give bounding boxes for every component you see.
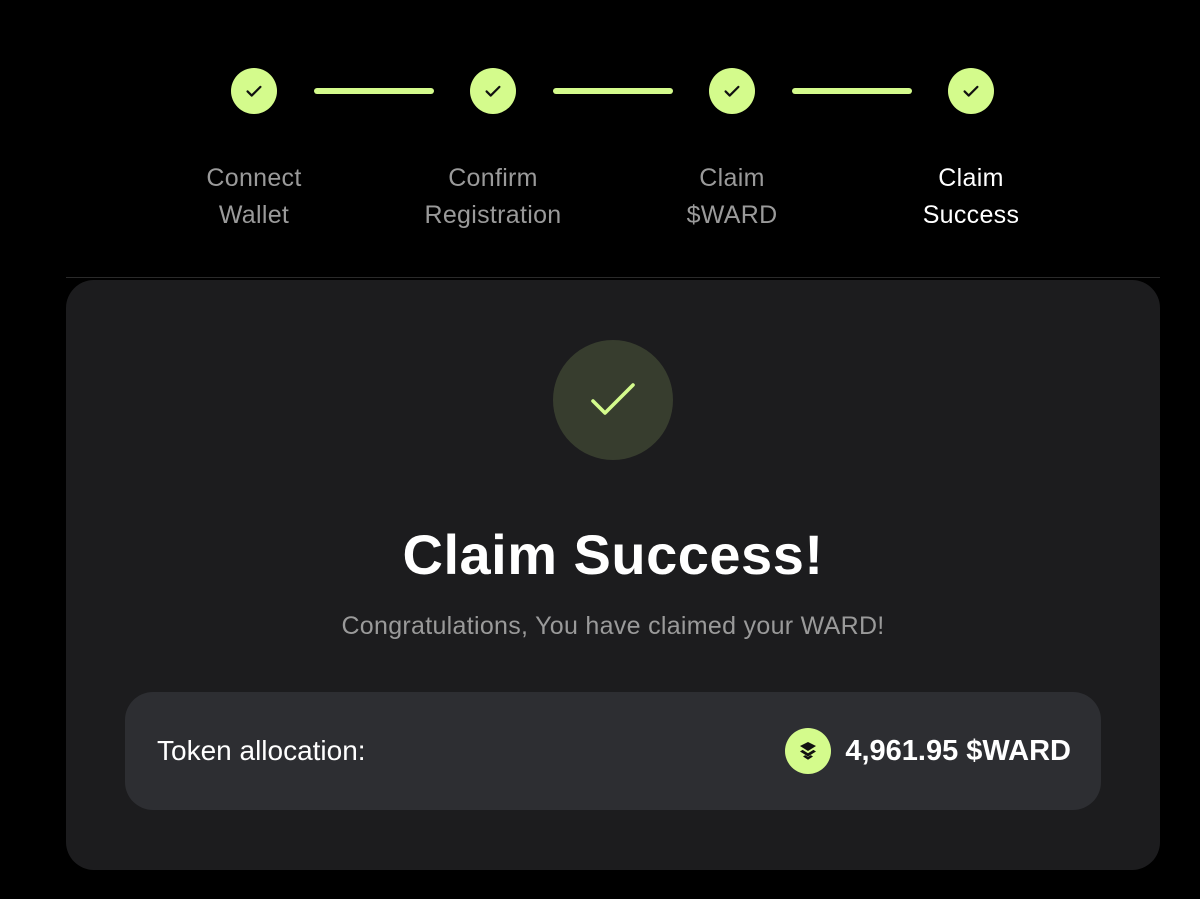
- step-connector-2: [553, 88, 673, 94]
- step-3-check-icon: [709, 68, 755, 114]
- step-2-check-icon: [470, 68, 516, 114]
- step-label-connect-wallet: Connect Wallet: [206, 164, 302, 229]
- success-title: Claim Success!: [402, 523, 824, 586]
- step-1-check-icon: [231, 68, 277, 114]
- ward-token-icon: [785, 728, 832, 774]
- token-allocation-value: 4,961.95 $WARD: [845, 734, 1071, 767]
- stepper-divider: [66, 277, 1160, 278]
- token-allocation-amount: 4,961.95 $WARD: [785, 692, 1071, 810]
- claim-page: Connect Wallet Confirm Registration Clai…: [0, 0, 1200, 899]
- token-allocation-panel: Token allocation: 4,961.95 $WARD: [125, 692, 1101, 810]
- success-card: Claim Success! Congratulations, You have…: [66, 280, 1160, 870]
- step-4-check-icon: [948, 68, 994, 114]
- token-allocation-label: Token allocation:: [157, 735, 366, 766]
- success-check-icon: [553, 340, 673, 460]
- step-connector-3: [792, 88, 912, 94]
- step-connector-1: [314, 88, 434, 94]
- success-subtitle: Congratulations, You have claimed your W…: [341, 612, 885, 640]
- step-label-claim-success: Claim Success: [922, 164, 1020, 229]
- step-label-confirm-registration: Confirm Registration: [424, 164, 562, 229]
- step-label-claim-ward: Claim $WARD: [686, 164, 778, 229]
